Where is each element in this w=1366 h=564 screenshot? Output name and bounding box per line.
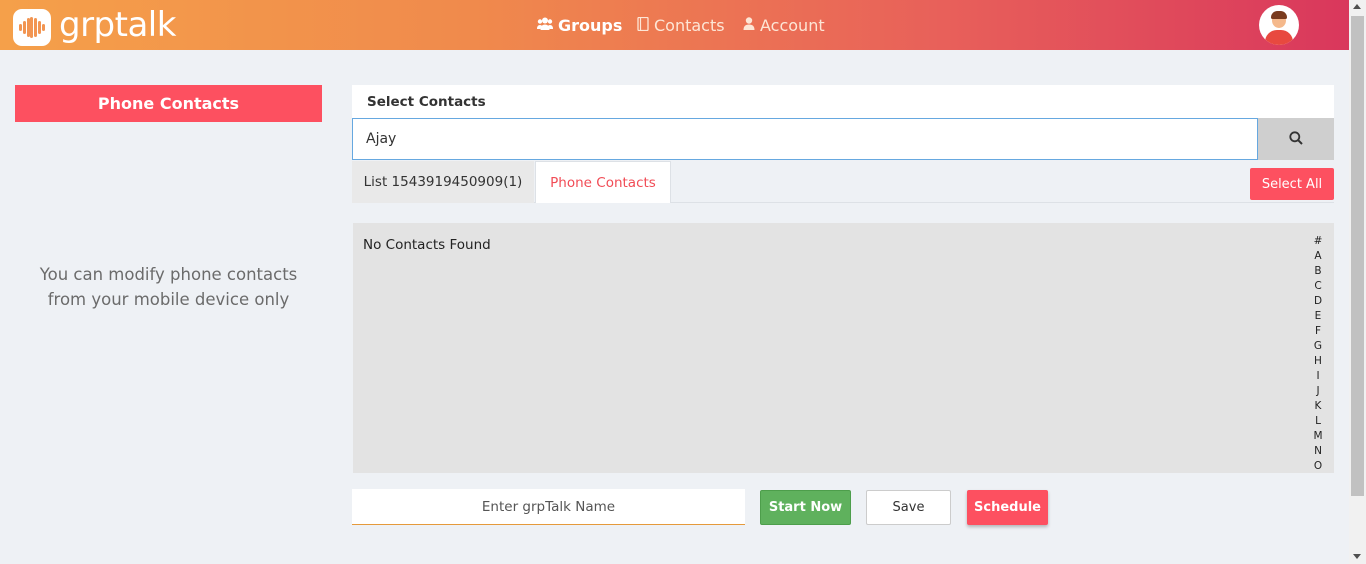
alphabet-letter[interactable]: K <box>1311 399 1325 414</box>
alphabet-letter[interactable]: B <box>1311 264 1325 279</box>
alphabet-letter[interactable]: L <box>1311 414 1325 429</box>
address-book-icon <box>637 16 649 35</box>
alphabet-letter[interactable]: D <box>1311 294 1325 309</box>
user-icon <box>743 17 755 34</box>
search-button[interactable] <box>1258 118 1334 160</box>
grptalk-name-input[interactable]: Enter grpTalk Name <box>352 489 745 525</box>
alphabet-letter[interactable]: A <box>1311 249 1325 264</box>
alphabet-index: # A B C D E F G H I J K L M N O <box>1311 234 1325 474</box>
page-scrollbar[interactable] <box>1349 0 1366 564</box>
start-now-button[interactable]: Start Now <box>760 490 851 525</box>
nav-contacts[interactable]: Contacts <box>637 16 725 35</box>
scroll-thumb[interactable] <box>1351 16 1364 496</box>
alphabet-letter[interactable]: N <box>1311 444 1325 459</box>
tab-list[interactable]: List 1543919450909(1) <box>352 161 534 203</box>
select-contacts-heading: Select Contacts <box>352 85 1334 119</box>
avatar[interactable] <box>1259 5 1299 45</box>
note-line-1: You can modify phone contacts <box>39 265 298 284</box>
alphabet-letter[interactable]: F <box>1311 324 1325 339</box>
select-all-button[interactable]: Select All <box>1250 168 1334 200</box>
app-logo[interactable]: grptalk <box>13 4 176 46</box>
alphabet-letter[interactable]: C <box>1311 279 1325 294</box>
search-icon <box>1289 130 1303 149</box>
alphabet-letter[interactable]: E <box>1311 309 1325 324</box>
nav-groups[interactable]: Groups <box>537 16 622 35</box>
alphabet-letter[interactable]: M <box>1311 429 1325 444</box>
nav-groups-label: Groups <box>558 16 623 35</box>
alphabet-letter[interactable]: I <box>1311 369 1325 384</box>
scroll-down-arrow-icon[interactable] <box>1353 554 1361 559</box>
nav-account-label: Account <box>760 16 825 35</box>
alphabet-letter[interactable]: H <box>1311 354 1325 369</box>
scroll-up-arrow-icon[interactable] <box>1353 4 1361 9</box>
empty-message: No Contacts Found <box>363 237 491 253</box>
users-icon <box>537 17 553 34</box>
save-button[interactable]: Save <box>866 490 951 525</box>
alphabet-letter[interactable]: J <box>1311 384 1325 399</box>
alphabet-letter[interactable]: G <box>1311 339 1325 354</box>
alphabet-letter[interactable]: O <box>1311 459 1325 474</box>
logo-icon <box>13 9 51 46</box>
contacts-list: No Contacts Found # A B C D E F G H I J K L M N O <box>353 223 1334 473</box>
search-input[interactable] <box>352 118 1258 160</box>
schedule-button[interactable]: Schedule <box>967 490 1048 525</box>
top-navbar: grptalk Groups Contacts Account <box>0 0 1349 50</box>
logo-text: grptalk <box>59 4 176 45</box>
phone-contacts-title: Phone Contacts <box>15 85 322 122</box>
nav-contacts-label: Contacts <box>654 16 725 35</box>
modify-contacts-note: You can modify phone contacts from your … <box>15 262 322 312</box>
tab-phone-contacts[interactable]: Phone Contacts <box>535 161 671 203</box>
nav-account[interactable]: Account <box>743 16 825 35</box>
note-line-2: from your mobile device only <box>47 290 290 309</box>
alphabet-letter[interactable]: # <box>1311 234 1325 249</box>
